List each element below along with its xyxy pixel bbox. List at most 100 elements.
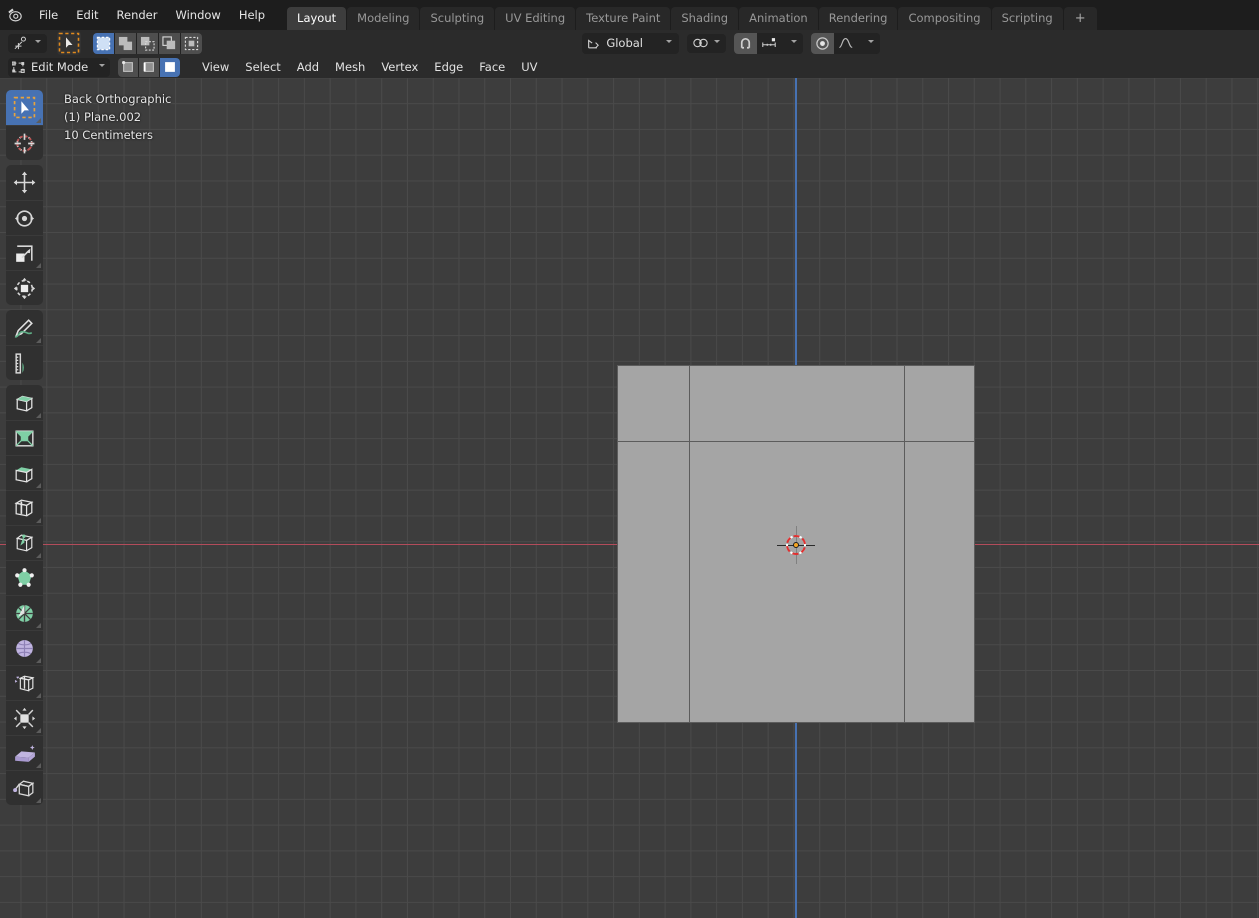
chevron-down-icon bbox=[790, 39, 798, 47]
select-extend-icon[interactable] bbox=[115, 33, 136, 54]
orientation-axes-icon bbox=[586, 37, 600, 50]
proportional-editing-icon[interactable] bbox=[811, 33, 834, 54]
cursor-3d-center-dot bbox=[793, 542, 799, 548]
menu-help[interactable]: Help bbox=[230, 5, 274, 25]
tool-tweak[interactable] bbox=[6, 90, 43, 125]
viewport-menu-vertex[interactable]: Vertex bbox=[373, 58, 426, 76]
tab-rendering[interactable]: Rendering bbox=[819, 7, 898, 30]
tool-annotate[interactable] bbox=[6, 310, 43, 345]
mesh-edge-vertical-right[interactable] bbox=[904, 365, 905, 723]
tool-submenu-indicator bbox=[36, 658, 41, 663]
tool-settings-bar: Global bbox=[0, 30, 1259, 56]
viewport-menu-mesh[interactable]: Mesh bbox=[327, 58, 373, 76]
tool-edge-slide[interactable] bbox=[6, 665, 43, 700]
chevron-down-icon bbox=[98, 63, 106, 71]
tool-transform[interactable] bbox=[6, 270, 43, 305]
tab-shading[interactable]: Shading bbox=[671, 7, 738, 30]
pivot-point-dropdown[interactable] bbox=[687, 34, 726, 53]
face-select-icon[interactable] bbox=[160, 58, 180, 77]
blender-window: File Edit Render Window Help Layout Mode… bbox=[0, 0, 1259, 918]
tool-rip-region[interactable] bbox=[6, 770, 43, 805]
tool-poly-build[interactable] bbox=[6, 560, 43, 595]
tool-shear[interactable] bbox=[6, 735, 43, 770]
tool-submenu-indicator bbox=[36, 338, 41, 343]
tool-knife[interactable] bbox=[6, 525, 43, 560]
3d-viewport[interactable]: Back Orthographic (1) Plane.002 10 Centi… bbox=[0, 78, 1259, 918]
blender-logo-icon[interactable] bbox=[0, 0, 30, 30]
tool-submenu-indicator bbox=[36, 763, 41, 768]
falloff-dropdown[interactable] bbox=[857, 33, 880, 54]
chevron-down-icon bbox=[867, 39, 875, 47]
select-difference-icon[interactable] bbox=[159, 33, 180, 54]
viewport-toolbar bbox=[6, 90, 43, 810]
smooth-falloff-curve-icon[interactable] bbox=[834, 33, 857, 54]
menu-window[interactable]: Window bbox=[166, 5, 229, 25]
interaction-mode-dropdown[interactable]: Edit Mode bbox=[8, 58, 110, 77]
menu-items: File Edit Render Window Help bbox=[30, 2, 274, 30]
mesh-edge-horizontal[interactable] bbox=[617, 441, 975, 442]
snap-increment-icon[interactable] bbox=[757, 33, 780, 54]
select-box-cursor-icon[interactable] bbox=[57, 31, 81, 55]
tool-measure[interactable] bbox=[6, 345, 43, 380]
tool-submenu-indicator bbox=[36, 553, 41, 558]
viewport-grid-scale: 10 Centimeters bbox=[64, 126, 171, 144]
vertex-select-icon[interactable] bbox=[118, 58, 138, 77]
tab-modeling[interactable]: Modeling bbox=[347, 7, 419, 30]
add-workspace-tab-button[interactable]: + bbox=[1064, 7, 1097, 30]
toolbar-group-mesh-edit bbox=[6, 385, 43, 805]
tool-submenu-indicator bbox=[36, 118, 41, 123]
tool-inset-faces[interactable] bbox=[6, 420, 43, 455]
viewport-menu-add[interactable]: Add bbox=[289, 58, 327, 76]
tool-extrude-region[interactable] bbox=[6, 385, 43, 420]
viewport-header: Edit Mode bbox=[0, 56, 1259, 78]
viewport-menus: View Select Add Mesh Vertex Edge Face UV bbox=[194, 58, 546, 76]
viewport-menu-select[interactable]: Select bbox=[237, 58, 288, 76]
chevron-down-icon bbox=[665, 39, 673, 47]
workspace-tabs: Layout Modeling Sculpting UV Editing Tex… bbox=[287, 0, 1098, 30]
snap-options-dropdown[interactable] bbox=[780, 33, 803, 54]
select-intersect-icon[interactable] bbox=[181, 33, 202, 54]
toolbar-group-annotate bbox=[6, 310, 43, 380]
tool-move[interactable] bbox=[6, 165, 43, 200]
mesh-edge-vertical-left[interactable] bbox=[689, 365, 690, 723]
tab-sculpting[interactable]: Sculpting bbox=[420, 7, 494, 30]
tab-texture-paint[interactable]: Texture Paint bbox=[576, 7, 670, 30]
toolbar-group-select bbox=[6, 90, 43, 160]
tool-submenu-indicator bbox=[36, 483, 41, 488]
snap-magnet-icon[interactable] bbox=[734, 33, 757, 54]
viewport-menu-face[interactable]: Face bbox=[471, 58, 513, 76]
tab-compositing[interactable]: Compositing bbox=[898, 7, 990, 30]
viewport-menu-edge[interactable]: Edge bbox=[426, 58, 471, 76]
select-set-icon[interactable] bbox=[93, 33, 114, 54]
tool-cursor[interactable] bbox=[6, 125, 43, 160]
tab-uv-editing[interactable]: UV Editing bbox=[495, 7, 575, 30]
tool-rotate[interactable] bbox=[6, 200, 43, 235]
tool-smooth[interactable] bbox=[6, 630, 43, 665]
tool-submenu-indicator bbox=[36, 263, 41, 268]
menu-file[interactable]: File bbox=[30, 5, 67, 25]
proportional-editing-group bbox=[811, 33, 880, 54]
menu-edit[interactable]: Edit bbox=[67, 5, 107, 25]
viewport-menu-view[interactable]: View bbox=[194, 58, 237, 76]
tool-bevel[interactable] bbox=[6, 455, 43, 490]
viewport-menu-uv[interactable]: UV bbox=[513, 58, 545, 76]
snapping-group bbox=[734, 33, 803, 54]
active-tool-button[interactable] bbox=[8, 34, 47, 53]
tool-spin[interactable] bbox=[6, 595, 43, 630]
tool-loop-cut[interactable] bbox=[6, 490, 43, 525]
menu-render[interactable]: Render bbox=[108, 5, 167, 25]
chevron-down-icon bbox=[713, 39, 721, 47]
tab-scripting[interactable]: Scripting bbox=[992, 7, 1063, 30]
tool-submenu-indicator bbox=[36, 413, 41, 418]
tab-layout[interactable]: Layout bbox=[287, 7, 346, 30]
tweak-tool-icon bbox=[13, 36, 30, 50]
mesh-select-mode-group bbox=[118, 58, 180, 77]
select-subtract-icon[interactable] bbox=[137, 33, 158, 54]
edge-select-icon[interactable] bbox=[139, 58, 159, 77]
transform-orientation-dropdown[interactable]: Global bbox=[582, 33, 679, 54]
interaction-mode-label: Edit Mode bbox=[31, 60, 88, 74]
tool-scale[interactable] bbox=[6, 235, 43, 270]
tab-animation[interactable]: Animation bbox=[739, 7, 818, 30]
tool-shrink-fatten[interactable] bbox=[6, 700, 43, 735]
tool-submenu-indicator bbox=[36, 693, 41, 698]
